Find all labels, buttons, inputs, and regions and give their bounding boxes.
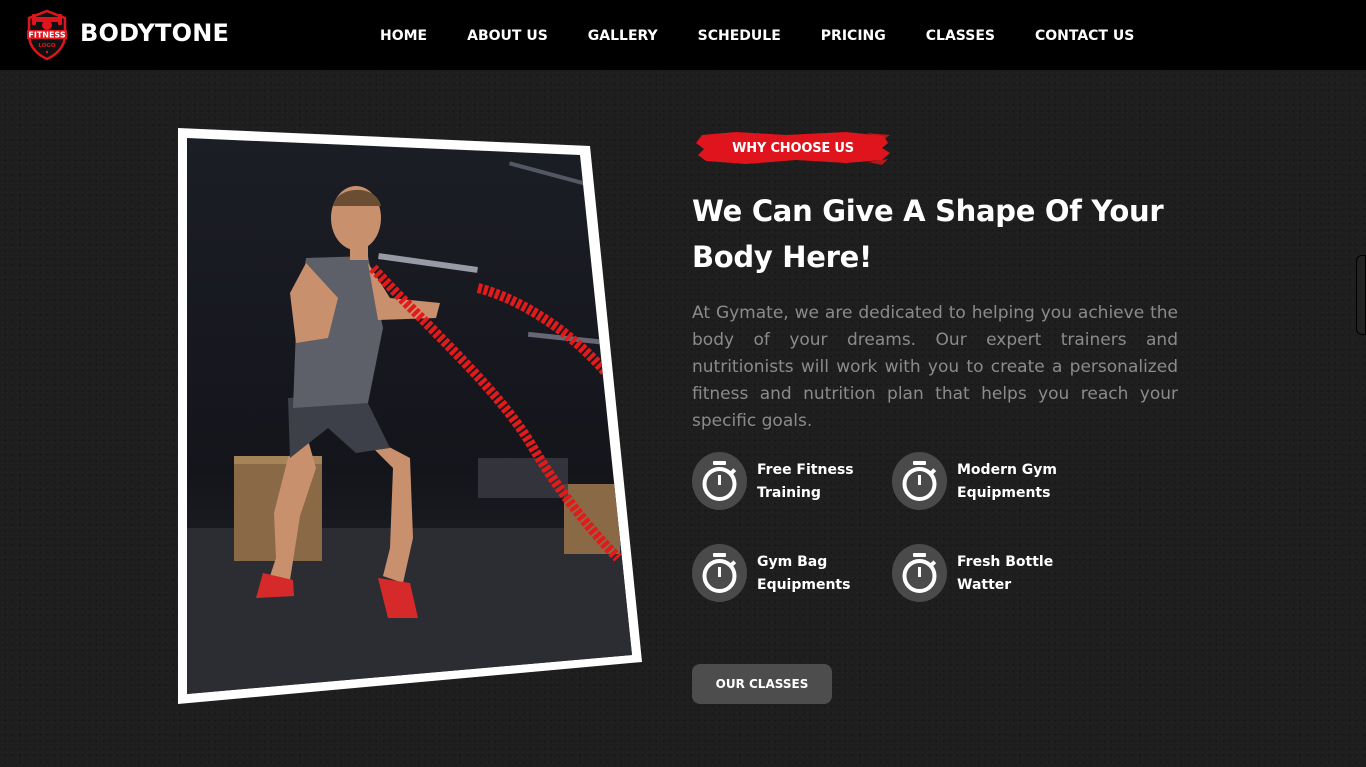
scrollbar-thumb[interactable] [1356, 255, 1366, 335]
svg-text:LOGO: LOGO [38, 43, 55, 49]
stopwatch-icon [692, 544, 747, 602]
section-heading: We Can Give A Shape Of Your Body Here! [692, 194, 1164, 274]
logo-shield-icon: FITNESS LOGO [27, 9, 67, 61]
nav-pricing[interactable]: PRICING [821, 26, 886, 46]
top-navbar: FITNESS LOGO BODYTONE HOME ABOUT US GALL… [0, 0, 1366, 70]
feature-label: Fresh Bottle Watter [957, 554, 1054, 593]
stopwatch-icon [892, 452, 947, 510]
stopwatch-icon [692, 452, 747, 510]
feature-modern-gym-equipments: Modern Gym Equipments [892, 452, 1092, 512]
feature-label: Free Fitness Training [757, 462, 854, 501]
battle-ropes-image [178, 128, 642, 704]
feature-label: Gym Bag Equipments [757, 554, 851, 593]
athlete-photo [178, 128, 642, 704]
nav-home[interactable]: HOME [380, 26, 427, 46]
nav-classes[interactable]: CLASSES [926, 26, 995, 46]
stopwatch-icon [892, 544, 947, 602]
brand-name[interactable]: BODYTONE [80, 19, 229, 47]
nav-contact-us[interactable]: CONTACT US [1035, 26, 1134, 46]
nav-about-us[interactable]: ABOUT US [467, 26, 548, 46]
section-description: At Gymate, we are dedicated to helping y… [692, 303, 1178, 431]
feature-fresh-bottle-watter: Fresh Bottle Watter [892, 544, 1092, 604]
why-choose-us-tag: WHY CHOOSE US [696, 129, 890, 167]
nav-schedule[interactable]: SCHEDULE [698, 26, 781, 46]
feature-gym-bag-equipments: Gym Bag Equipments [692, 544, 892, 604]
main-nav: HOME ABOUT US GALLERY SCHEDULE PRICING C… [380, 26, 1134, 46]
feature-label: Modern Gym Equipments [957, 462, 1058, 501]
tag-label: WHY CHOOSE US [732, 140, 854, 156]
nav-gallery[interactable]: GALLERY [588, 26, 658, 46]
svg-text:FITNESS: FITNESS [28, 31, 65, 40]
our-classes-button[interactable]: OUR CLASSES [692, 664, 832, 704]
feature-free-fitness-training: Free Fitness Training [692, 452, 892, 512]
fitness-logo[interactable]: FITNESS LOGO [25, 9, 69, 61]
